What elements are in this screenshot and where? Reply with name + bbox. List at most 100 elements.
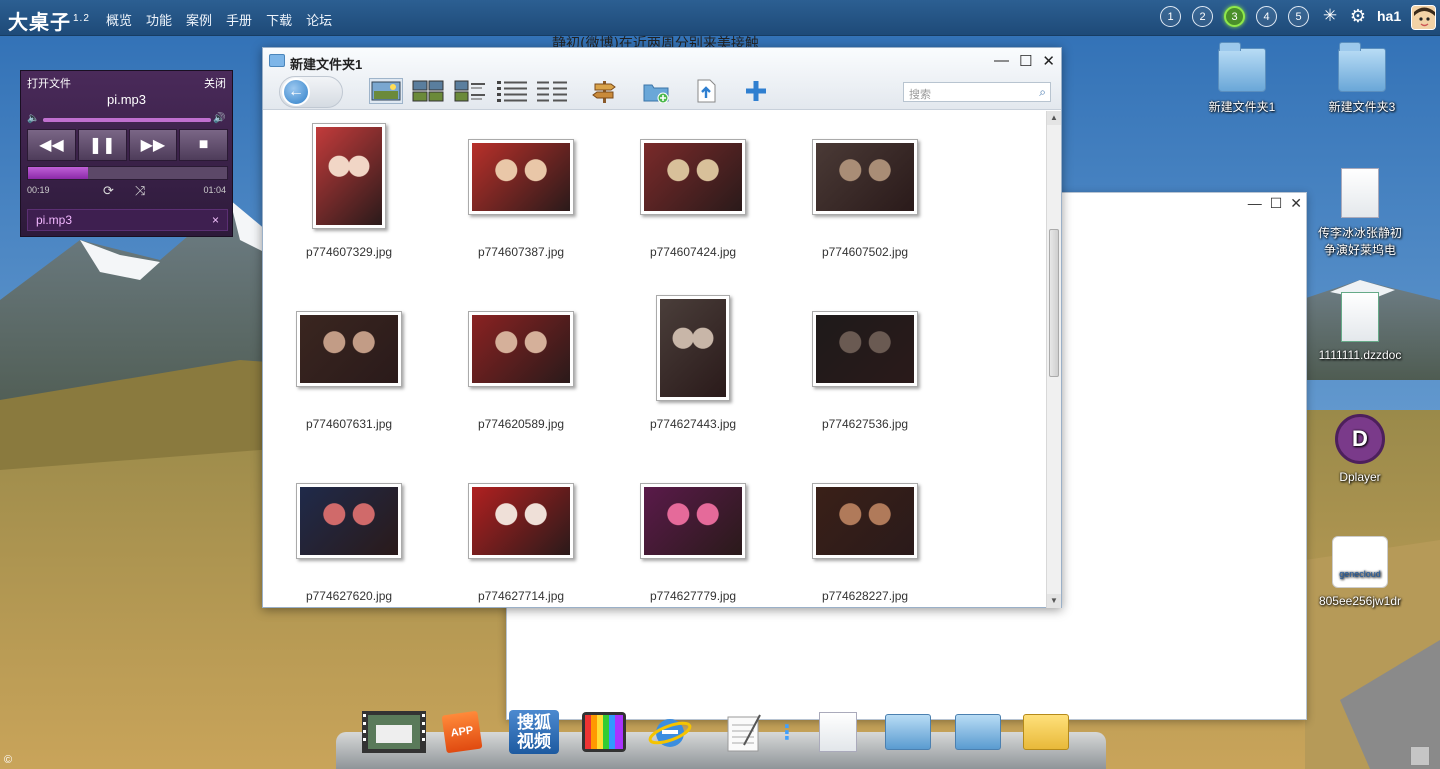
dock-notes[interactable] (724, 710, 764, 754)
notepad-icon (727, 714, 761, 752)
scroll-thumb[interactable] (1049, 229, 1059, 377)
view-large-thumbnails-button[interactable] (369, 78, 403, 104)
dock-browser[interactable] (648, 710, 692, 754)
seek-bar[interactable] (27, 166, 228, 180)
image-thumbnail[interactable] (296, 311, 402, 387)
desktop-file-doc[interactable]: 传李冰冰张静初 争演好莱坞电 (1310, 168, 1410, 258)
view-tiles-button[interactable] (453, 78, 487, 104)
image-thumbnail[interactable] (468, 139, 574, 215)
file-item[interactable]: p774627714.jpg (435, 455, 607, 608)
nav-overview[interactable]: 概览 (106, 10, 132, 29)
nav-forum[interactable]: 论坛 (306, 10, 332, 29)
desktop-folder-3[interactable]: 新建文件夹3 (1312, 42, 1412, 115)
gear-icon[interactable]: ⚙ (1348, 6, 1368, 26)
workspace-4[interactable]: 4 (1256, 6, 1277, 27)
file-item[interactable]: p774627779.jpg (607, 455, 779, 608)
image-thumbnail[interactable] (812, 483, 918, 559)
dock-blank-file[interactable] (818, 710, 858, 754)
workspace-3[interactable]: 3 (1224, 6, 1245, 27)
dock-sohu-video[interactable]: 搜狐 视频 (508, 710, 560, 754)
search-icon[interactable]: ⌕ (1039, 85, 1046, 100)
desktop-icon-label: 传李冰冰张静初 (1317, 226, 1402, 240)
maximize-icon[interactable]: ☐ (1270, 195, 1283, 212)
file-item[interactable]: p774627443.jpg (607, 283, 779, 455)
nav-manual[interactable]: 手册 (226, 10, 252, 29)
remove-item-icon[interactable]: × (212, 213, 219, 227)
top-bar: 大桌子 1.2 概览 功能 案例 手册 下载 论坛 1 2 3 4 5 ✳ ⚙ h… (0, 0, 1440, 36)
volume-slider[interactable] (43, 118, 211, 122)
maximize-icon[interactable]: ☐ (1019, 52, 1032, 70)
playlist-item[interactable]: pi.mp3 × (27, 209, 228, 231)
workspace-switcher: 1 2 3 4 5 (1160, 6, 1309, 27)
image-thumbnail[interactable] (312, 123, 386, 229)
show-desktop-button[interactable] (1410, 746, 1430, 766)
avatar[interactable] (1411, 5, 1436, 30)
open-file-button[interactable]: 打开文件 (27, 75, 71, 91)
signpost-button[interactable] (587, 78, 621, 104)
image-thumbnail[interactable] (812, 139, 918, 215)
photo-icon (660, 299, 726, 397)
file-item[interactable]: p774607387.jpg (435, 111, 607, 283)
nav-features[interactable]: 功能 (146, 10, 172, 29)
desktop-app-dplayer[interactable]: D Dplayer (1310, 414, 1410, 484)
file-item[interactable]: p774607502.jpg (779, 111, 951, 283)
image-thumbnail[interactable] (640, 483, 746, 559)
close-player-button[interactable]: 关闭 (204, 75, 226, 91)
view-medium-thumbnails-button[interactable] (411, 78, 445, 104)
workspace-5[interactable]: 5 (1288, 6, 1309, 27)
dock-yellow-folder[interactable] (1022, 710, 1070, 754)
upload-button[interactable] (689, 78, 723, 104)
desktop-file-dzzdoc[interactable]: 1111111.dzzdoc (1310, 292, 1410, 362)
repeat-icon[interactable]: ⟳ (103, 183, 114, 199)
desktop-app-genecloud[interactable]: genecloud 805ee256jw1dr (1310, 536, 1410, 608)
file-item[interactable]: p774627620.jpg (263, 455, 435, 608)
file-name: p774607424.jpg (649, 245, 737, 259)
theme-icon[interactable]: ✳ (1320, 6, 1340, 26)
file-name: p774607387.jpg (477, 245, 565, 259)
nav-download[interactable]: 下载 (266, 10, 292, 29)
minimize-icon[interactable]: — (994, 52, 1009, 70)
image-thumbnail[interactable] (656, 295, 730, 401)
dock-video-player[interactable] (362, 710, 426, 754)
app-logo[interactable]: 大桌子 1.2 (8, 6, 90, 35)
image-thumbnail[interactable] (296, 483, 402, 559)
workspace-1[interactable]: 1 (1160, 6, 1181, 27)
image-thumbnail[interactable] (468, 311, 574, 387)
dock-folder-2[interactable] (954, 710, 1002, 754)
scroll-up-icon[interactable]: ▲ (1047, 111, 1061, 125)
stop-button[interactable]: ■ (179, 129, 228, 161)
scroll-down-icon[interactable]: ▼ (1047, 594, 1061, 608)
file-item[interactable]: p774620589.jpg (435, 283, 607, 455)
file-item[interactable]: p774607424.jpg (607, 111, 779, 283)
search-input[interactable]: 搜索 ⌕ (903, 82, 1051, 102)
view-details-button[interactable] (535, 78, 569, 104)
username[interactable]: ha1 (1377, 8, 1401, 24)
forward-button[interactable]: ▶▶ (128, 129, 178, 161)
dock-folder-1[interactable] (884, 710, 932, 754)
new-folder-button[interactable] (639, 78, 673, 104)
image-thumbnail[interactable] (812, 311, 918, 387)
workspace-2[interactable]: 2 (1192, 6, 1213, 27)
file-grid: p774607329.jpg p774607387.jpg p774607424.j… (263, 111, 1047, 608)
back-button[interactable]: ← (279, 76, 343, 108)
close-icon[interactable]: ✕ (1290, 195, 1302, 212)
close-icon[interactable]: ✕ (1042, 52, 1055, 70)
shuffle-icon[interactable]: ⤨ (135, 183, 145, 199)
file-item[interactable]: p774628227.jpg (779, 455, 951, 608)
photo-icon (644, 487, 742, 555)
file-item[interactable]: p774607631.jpg (263, 283, 435, 455)
nav-cases[interactable]: 案例 (186, 10, 212, 29)
dock-app-store[interactable]: APP (441, 710, 483, 754)
file-item[interactable]: p774607329.jpg (263, 111, 435, 283)
image-thumbnail[interactable] (468, 483, 574, 559)
view-list-button[interactable] (495, 78, 529, 104)
desktop-folder-1[interactable]: 新建文件夹1 (1192, 42, 1292, 115)
scrollbar[interactable]: ▲ ▼ (1046, 111, 1061, 608)
pause-button[interactable]: ❚❚ (77, 129, 127, 161)
minimize-icon[interactable]: — (1248, 195, 1262, 212)
image-thumbnail[interactable] (640, 139, 746, 215)
rewind-button[interactable]: ◀◀ (27, 129, 76, 161)
file-item[interactable]: p774627536.jpg (779, 283, 951, 455)
add-button[interactable] (739, 78, 773, 104)
dock-color-app[interactable] (582, 710, 626, 754)
